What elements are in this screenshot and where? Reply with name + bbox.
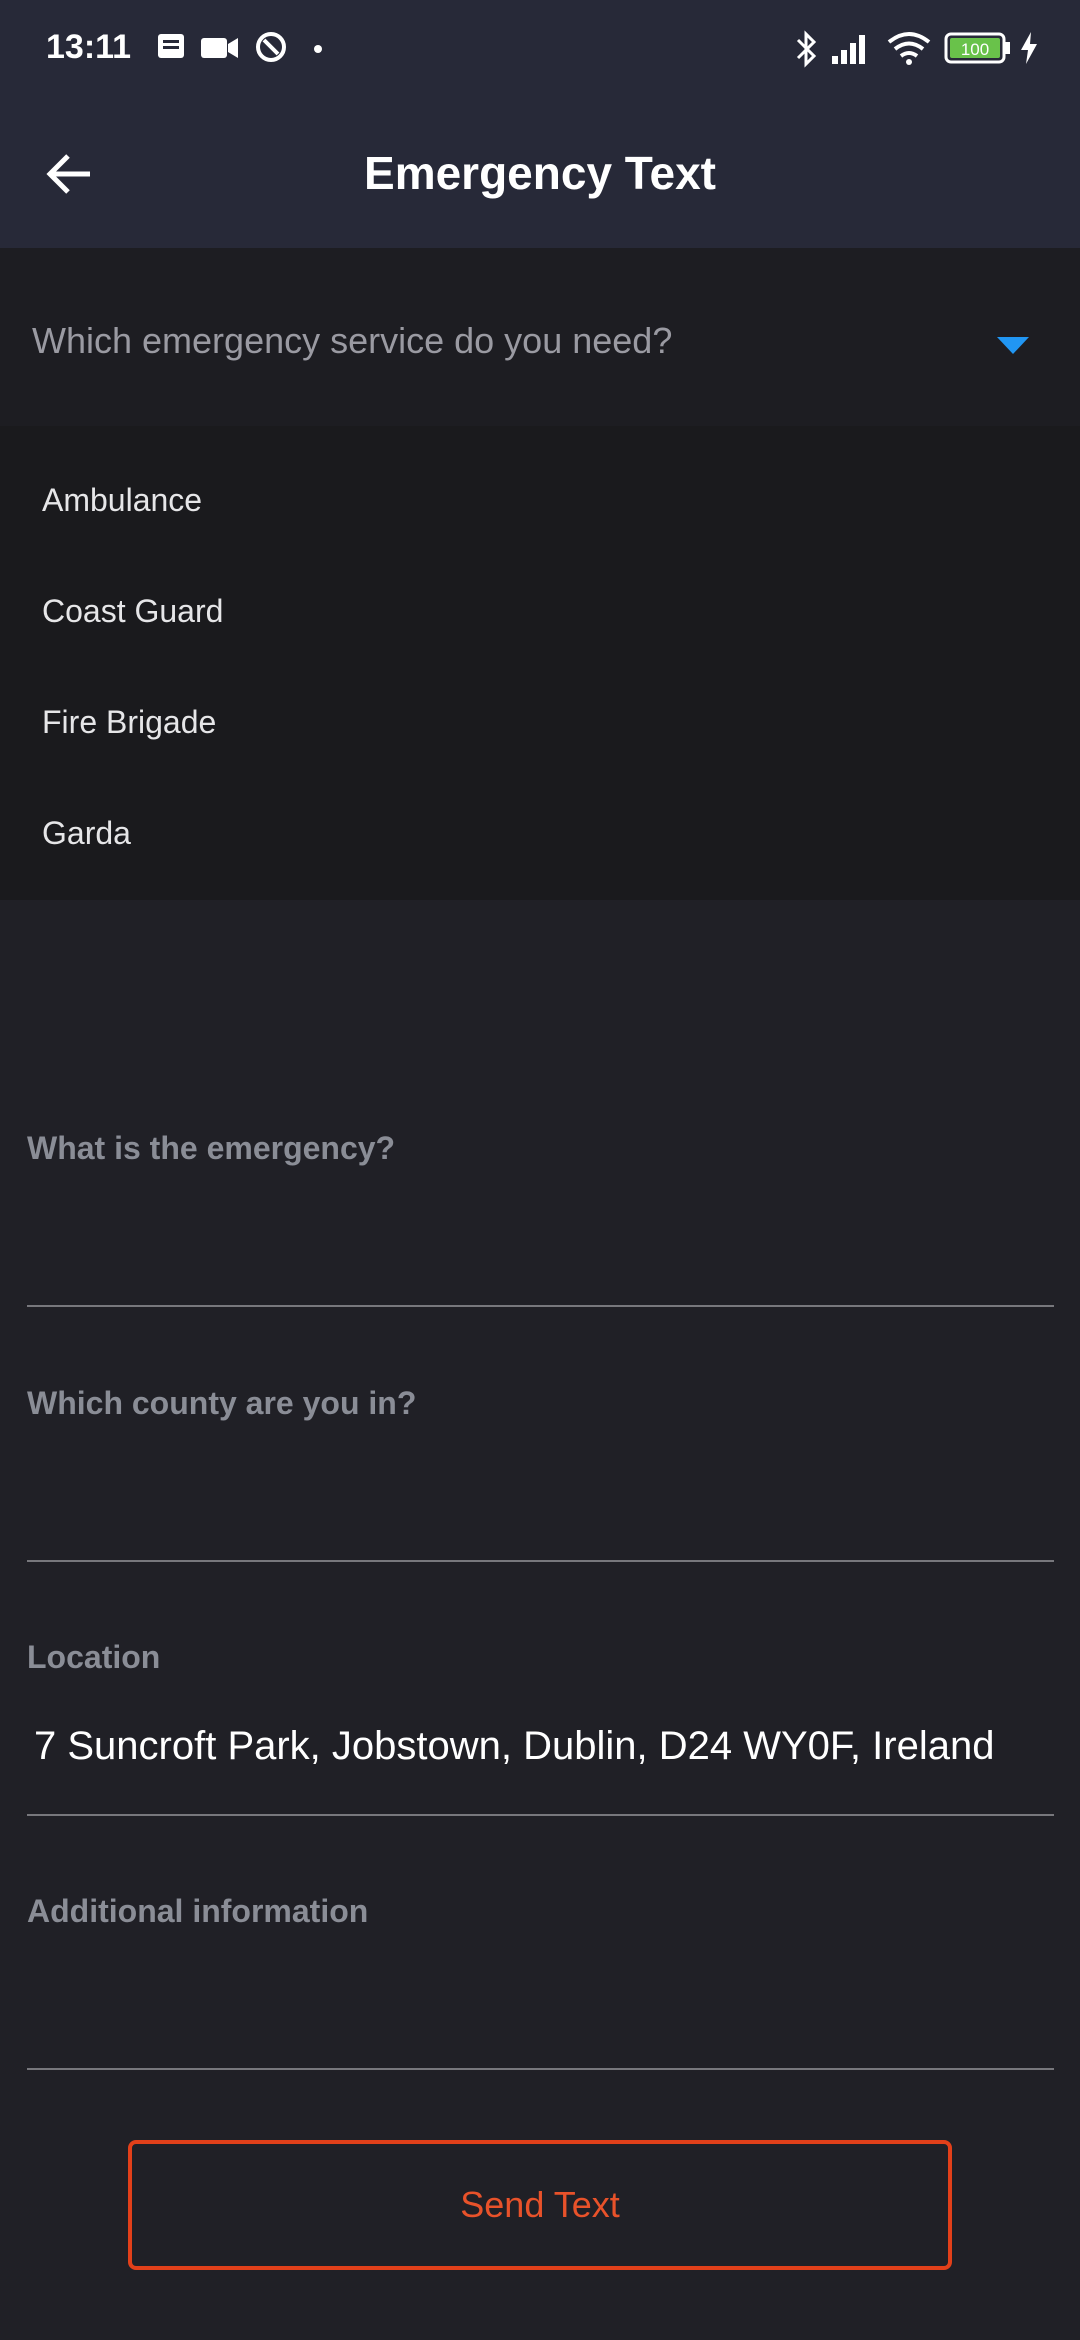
county-label: Which county are you in?: [27, 1385, 417, 1421]
additional-info-input[interactable]: [34, 1965, 1054, 2065]
send-text-button[interactable]: Send Text: [128, 2140, 952, 2270]
signal-icon: [832, 35, 865, 64]
battery-level: 100: [961, 40, 989, 59]
option-garda[interactable]: Garda: [42, 815, 131, 852]
message-icon: [158, 34, 184, 58]
data-saver-icon: [256, 32, 286, 62]
emergency-underline: [27, 1305, 1054, 1307]
battery-icon: 100: [944, 32, 1010, 64]
location-underline: [27, 1814, 1054, 1816]
county-underline: [27, 1560, 1054, 1562]
additional-info-underline: [27, 2068, 1054, 2070]
emergency-service-select[interactable]: Which emergency service do you need?: [0, 248, 1080, 426]
county-input[interactable]: [34, 1455, 1054, 1555]
page-title: Emergency Text: [364, 147, 716, 199]
service-dropdown-menu: Ambulance Coast Guard Fire Brigade Garda: [0, 426, 1080, 900]
location-input[interactable]: 7 Suncroft Park, Jobstown, Dublin, D24 W…: [34, 1724, 994, 1769]
app-bar: Emergency Text: [0, 100, 1080, 248]
additional-info-label: Additional information: [27, 1893, 369, 1929]
bluetooth-icon: [796, 30, 817, 68]
status-time: 13:11: [46, 28, 132, 66]
option-coast-guard[interactable]: Coast Guard: [42, 593, 223, 630]
service-select-placeholder: Which emergency service do you need?: [32, 320, 673, 361]
emergency-label: What is the emergency?: [27, 1130, 396, 1166]
video-camera-icon: [201, 38, 238, 58]
status-bar: 13:11 100: [0, 0, 1080, 100]
option-ambulance[interactable]: Ambulance: [42, 482, 202, 519]
option-fire-brigade[interactable]: Fire Brigade: [42, 704, 216, 741]
caret-down-icon[interactable]: [996, 336, 1030, 356]
location-label: Location: [27, 1639, 161, 1675]
charging-icon: [1021, 32, 1037, 64]
notification-dot-icon: [314, 45, 322, 53]
emergency-input[interactable]: [34, 1200, 1054, 1300]
wifi-icon: [887, 32, 931, 65]
